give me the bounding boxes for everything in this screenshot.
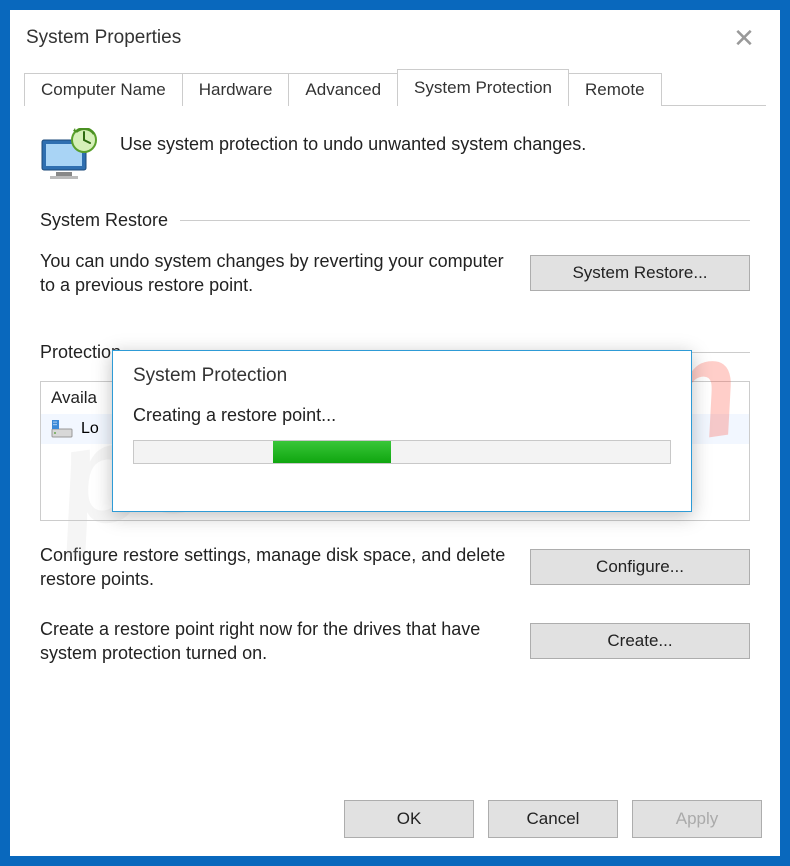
- configure-button[interactable]: Configure...: [530, 549, 750, 585]
- section-protection-label: Protection: [40, 342, 121, 363]
- create-button[interactable]: Create...: [530, 623, 750, 659]
- section-restore-header: System Restore: [40, 210, 750, 231]
- ok-button[interactable]: OK: [344, 800, 474, 838]
- section-restore-label: System Restore: [40, 210, 168, 231]
- drive-name: Lo: [81, 420, 99, 438]
- system-protection-icon: [40, 128, 100, 180]
- apply-button: Apply: [632, 800, 762, 838]
- titlebar: System Properties ✕: [10, 10, 780, 66]
- create-text: Create a restore point right now for the…: [40, 617, 510, 666]
- dialog-footer: OK Cancel Apply: [10, 786, 780, 856]
- tab-computer-name[interactable]: Computer Name: [24, 73, 183, 106]
- system-protection-dialog: System Protection Creating a restore poi…: [112, 350, 692, 512]
- progress-indicator: [273, 441, 391, 463]
- cancel-button[interactable]: Cancel: [488, 800, 618, 838]
- tab-hardware[interactable]: Hardware: [182, 73, 290, 106]
- intro-row: Use system protection to undo unwanted s…: [40, 128, 750, 180]
- tab-remote[interactable]: Remote: [568, 73, 662, 106]
- configure-text: Configure restore settings, manage disk …: [40, 543, 510, 592]
- window-title: System Properties: [26, 27, 181, 49]
- tab-advanced[interactable]: Advanced: [288, 73, 398, 106]
- drive-icon: [51, 419, 73, 439]
- progress-bar: [133, 440, 671, 464]
- tab-system-protection[interactable]: System Protection: [397, 69, 569, 106]
- system-restore-button[interactable]: System Restore...: [530, 255, 750, 291]
- restore-row: You can undo system changes by reverting…: [40, 249, 750, 298]
- restore-text: You can undo system changes by reverting…: [40, 249, 510, 298]
- modal-status-text: Creating a restore point...: [133, 405, 671, 426]
- intro-text: Use system protection to undo unwanted s…: [120, 134, 586, 155]
- modal-title: System Protection: [113, 351, 691, 405]
- close-icon[interactable]: ✕: [724, 23, 764, 54]
- tabs: Computer Name Hardware Advanced System P…: [10, 66, 780, 106]
- configure-row: Configure restore settings, manage disk …: [40, 543, 750, 592]
- create-row: Create a restore point right now for the…: [40, 617, 750, 666]
